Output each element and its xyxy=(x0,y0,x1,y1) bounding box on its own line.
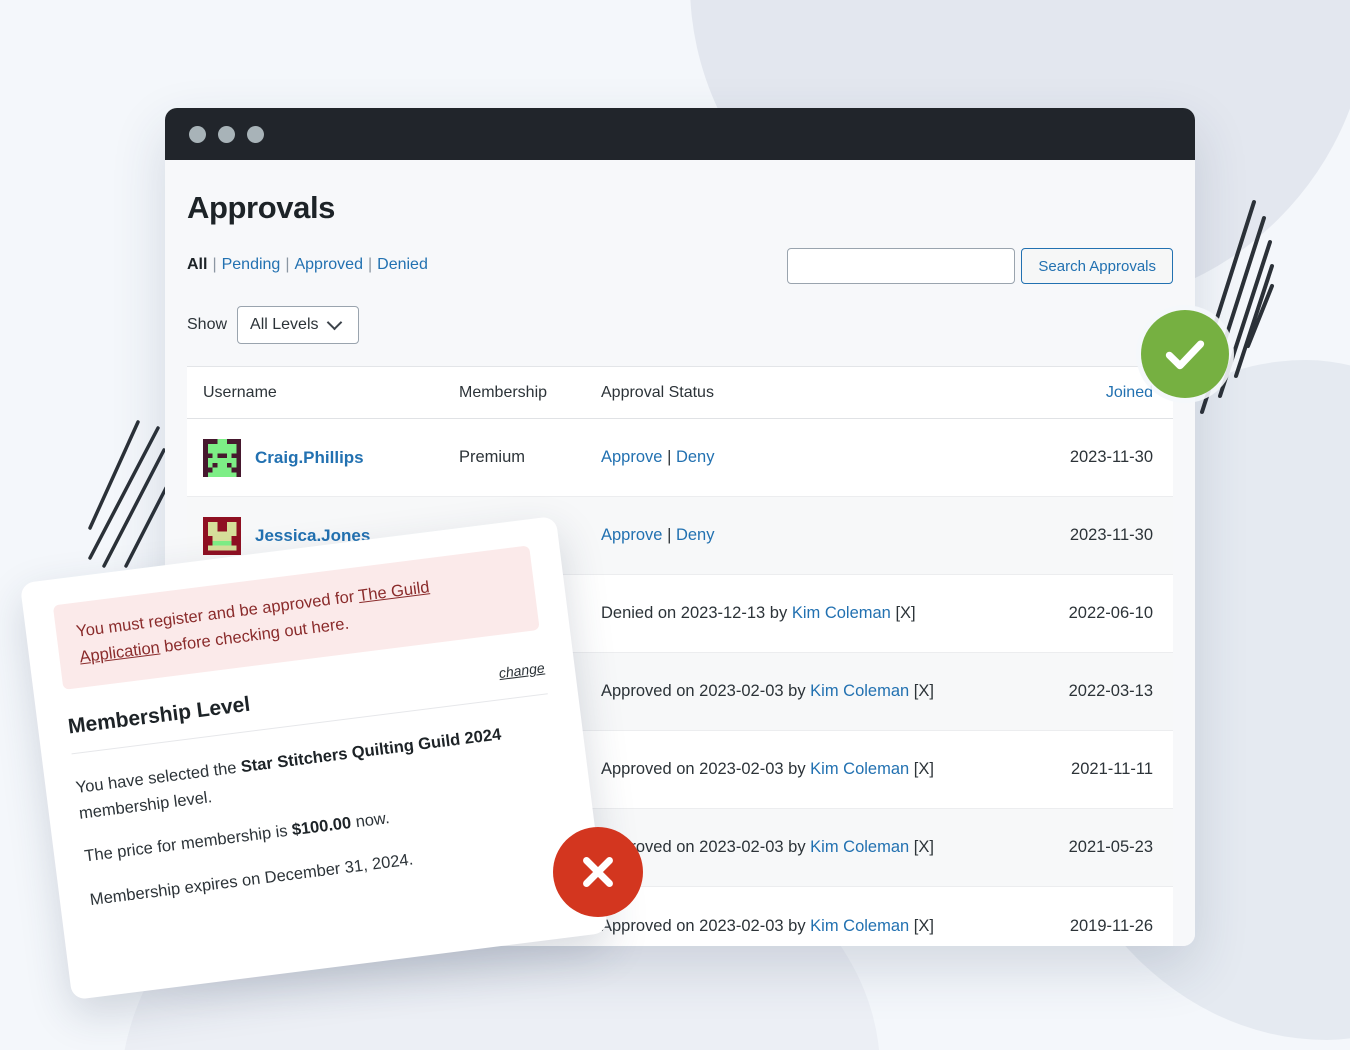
filter-link-approved[interactable]: Approved xyxy=(294,256,363,273)
filter-link-all[interactable]: All xyxy=(187,256,207,273)
minimize-dot[interactable] xyxy=(218,126,235,143)
hatch-pattern-left-icon xyxy=(88,408,168,568)
remove-approval-link[interactable]: [X] xyxy=(914,838,934,856)
status-text: Approved on 2023-02-03 by xyxy=(601,917,810,935)
search-input[interactable] xyxy=(787,248,1015,284)
avatar-identicon-red xyxy=(203,517,241,555)
price-prefix: The price for membership is xyxy=(83,822,293,866)
cell-status: Approve | Deny xyxy=(601,526,1003,545)
filter-link-denied[interactable]: Denied xyxy=(377,256,428,273)
approver-link[interactable]: Kim Coleman xyxy=(810,838,909,856)
remove-approval-link[interactable]: [X] xyxy=(914,917,934,935)
table-header-row: Username Membership Approval Status Join… xyxy=(187,367,1173,419)
cell-status: Approved on 2023-02-03 by Kim Coleman [X… xyxy=(601,760,1003,779)
maximize-dot[interactable] xyxy=(247,126,264,143)
cell-status: Approved on 2023-02-03 by Kim Coleman [X… xyxy=(601,682,1003,701)
column-header-status: Approval Status xyxy=(601,384,1003,402)
cell-joined: 2019-11-26 xyxy=(1003,917,1173,936)
column-header-username: Username xyxy=(187,384,459,402)
membership-level-title: Membership Level xyxy=(67,693,252,740)
approve-link[interactable]: Approve xyxy=(601,526,662,544)
column-header-joined[interactable]: Joined xyxy=(1003,384,1173,402)
selected-level-name: Star Stitchers Quilting Guild 2024 xyxy=(240,726,502,777)
approver-link[interactable]: Kim Coleman xyxy=(810,917,909,935)
page-title: Approvals xyxy=(187,190,1173,226)
membership-level-card: You must register and be approved for Th… xyxy=(20,516,608,1000)
filter-separator: | xyxy=(368,256,372,273)
cell-status: Approved on 2023-02-03 by Kim Coleman [X… xyxy=(601,917,1003,936)
search-box: Search Approvals xyxy=(787,248,1173,284)
search-approvals-button[interactable]: Search Approvals xyxy=(1021,248,1173,284)
cell-joined: 2022-06-10 xyxy=(1003,604,1173,623)
remove-approval-link[interactable]: [X] xyxy=(914,760,934,778)
cell-joined: 2021-11-11 xyxy=(1003,760,1173,779)
cell-joined: 2022-03-13 xyxy=(1003,682,1173,701)
approver-link[interactable]: Kim Coleman xyxy=(810,760,909,778)
status-separator: | xyxy=(667,526,676,544)
remove-approval-link[interactable]: [X] xyxy=(914,682,934,700)
table-row: Craig.Phillips Premium Approve | Deny 20… xyxy=(187,419,1173,497)
approver-link[interactable]: Kim Coleman xyxy=(810,682,909,700)
cell-membership: Premium xyxy=(459,448,601,467)
approved-badge xyxy=(1141,310,1229,398)
browser-titlebar xyxy=(165,108,1195,160)
status-text: Approved on 2023-02-03 by xyxy=(601,760,810,778)
cell-joined: 2021-05-23 xyxy=(1003,838,1173,857)
close-icon xyxy=(575,849,621,895)
level-select-value: All Levels xyxy=(250,316,318,334)
remove-approval-link[interactable]: [X] xyxy=(895,604,915,622)
close-dot[interactable] xyxy=(189,126,206,143)
show-filter-row: Show All Levels xyxy=(187,306,1173,344)
chevron-down-icon xyxy=(326,314,342,330)
cell-status: Approve | Deny xyxy=(601,448,1003,467)
show-label: Show xyxy=(187,316,227,334)
column-header-membership: Membership xyxy=(459,384,601,402)
cell-status: Approved on 2023-02-03 by Kim Coleman [X… xyxy=(601,838,1003,857)
cell-joined: 2023-11-30 xyxy=(1003,448,1173,467)
avatar-identicon-green xyxy=(203,439,241,477)
filter-row: All|Pending|Approved|Denied Search Appro… xyxy=(187,248,1173,284)
denied-badge xyxy=(553,827,643,917)
cell-joined: 2023-11-30 xyxy=(1003,526,1173,545)
check-icon xyxy=(1160,329,1210,379)
cell-status: Denied on 2023-12-13 by Kim Coleman [X] xyxy=(601,604,1003,623)
status-separator: | xyxy=(667,448,676,466)
price-amount: $100.00 xyxy=(291,814,352,839)
level-select[interactable]: All Levels xyxy=(237,306,359,344)
deny-link[interactable]: Deny xyxy=(676,448,715,466)
change-level-link[interactable]: change xyxy=(498,660,546,682)
status-text: Denied on 2023-12-13 by xyxy=(601,604,792,622)
deny-link[interactable]: Deny xyxy=(676,526,715,544)
approve-link[interactable]: Approve xyxy=(601,448,662,466)
status-filter-links: All|Pending|Approved|Denied xyxy=(187,248,428,274)
approver-link[interactable]: Kim Coleman xyxy=(792,604,891,622)
cell-username: Craig.Phillips xyxy=(187,439,459,477)
filter-link-pending[interactable]: Pending xyxy=(222,256,281,273)
filter-separator: | xyxy=(212,256,216,273)
price-suffix: now. xyxy=(350,809,390,832)
filter-separator: | xyxy=(285,256,289,273)
username-link[interactable]: Craig.Phillips xyxy=(255,448,364,468)
status-text: Approved on 2023-02-03 by xyxy=(601,682,810,700)
selected-level-prefix: You have selected the xyxy=(75,758,242,797)
